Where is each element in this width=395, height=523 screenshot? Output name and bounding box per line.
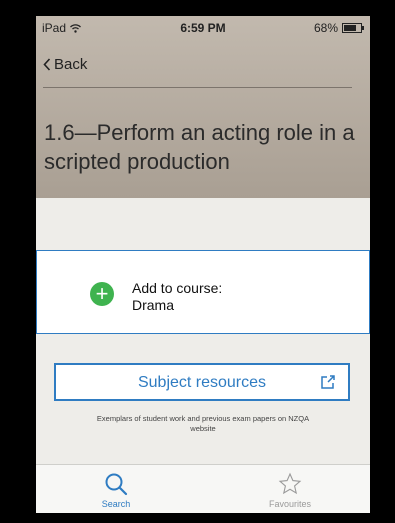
header: iPad 6:59 PM 68% Back 1.6—Perform an act… [36, 16, 370, 198]
chevron-left-icon [43, 58, 51, 71]
battery-percent: 68% [313, 21, 338, 35]
course-name: Drama [132, 297, 175, 313]
external-link-icon [321, 375, 335, 389]
subject-resources-button[interactable]: Subject resources [54, 363, 350, 401]
battery-icon [342, 23, 364, 33]
tab-bar: Search Favourites [36, 464, 370, 513]
tab-search[interactable]: Search [66, 465, 166, 513]
resources-note: Exemplars of student work and previous e… [96, 414, 310, 433]
tab-favourites[interactable]: Favourites [240, 465, 340, 513]
search-icon [105, 473, 128, 496]
back-button[interactable]: Back [43, 56, 87, 73]
page-title: 1.6—Perform an acting role in a scripted… [44, 120, 355, 174]
header-divider [43, 87, 352, 88]
status-bar: iPad 6:59 PM 68% [36, 16, 370, 38]
back-label: Back [54, 56, 88, 73]
add-to-course-label: Add to course: [132, 280, 223, 296]
plus-circle-icon: + [90, 282, 114, 306]
tab-favourites-label: Favourites [268, 499, 312, 509]
add-to-course-card[interactable]: + Add to course: Drama [36, 250, 370, 334]
subject-resources-label: Subject resources [137, 374, 267, 391]
app-screen: iPad 6:59 PM 68% Back 1.6—Perform an act… [36, 16, 370, 513]
tab-search-label: Search [101, 499, 131, 509]
star-icon [278, 472, 302, 495]
